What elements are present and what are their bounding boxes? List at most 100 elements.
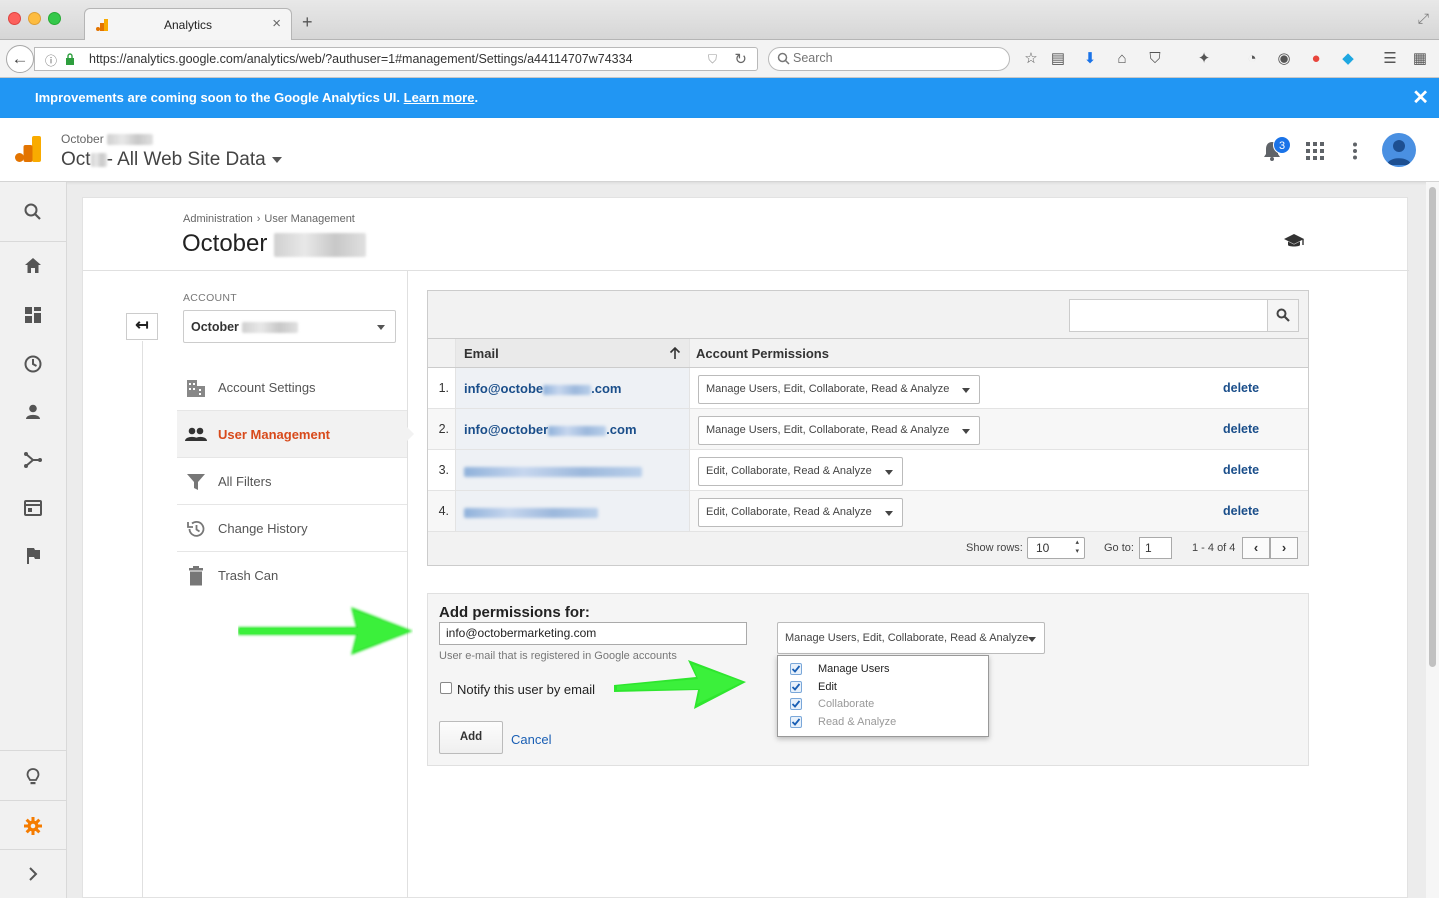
url-bar[interactable]: ⓘ https://analytics.google.com/analytics… bbox=[34, 47, 758, 71]
pocket-icon[interactable]: ⛉ bbox=[708, 52, 717, 67]
view-selector[interactable]: Oct - All Web Site Data bbox=[61, 149, 282, 171]
permission-option-edit[interactable]: Edit bbox=[778, 679, 988, 697]
prev-page-button[interactable]: ‹ bbox=[1242, 537, 1270, 559]
nav-user-management[interactable]: User Management bbox=[177, 411, 414, 458]
tab-close-icon[interactable]: × bbox=[272, 15, 281, 32]
rail-customization[interactable] bbox=[0, 291, 66, 339]
menu-hamburger-icon[interactable]: ☰ bbox=[1381, 50, 1399, 68]
user-email[interactable]: info@octobe .com bbox=[456, 368, 690, 408]
sort-ascending-icon[interactable] bbox=[669, 347, 681, 360]
rail-expand[interactable] bbox=[0, 850, 66, 898]
notice-banner: Improvements are coming soon to the Goog… bbox=[0, 78, 1439, 118]
user-email[interactable] bbox=[456, 450, 690, 490]
rail-home[interactable] bbox=[0, 242, 66, 290]
trash-icon bbox=[189, 566, 203, 586]
browser-titlebar: Analytics × + ⤢ bbox=[0, 0, 1439, 41]
permission-dropdown[interactable]: Edit, Collaborate, Read & Analyze bbox=[698, 498, 903, 527]
delete-user-link[interactable]: delete bbox=[1223, 368, 1259, 409]
rows-per-page-select[interactable]: 10 bbox=[1027, 537, 1085, 559]
rail-acquisition[interactable] bbox=[0, 436, 66, 484]
extension-clock-icon[interactable]: ◔ bbox=[1243, 50, 1261, 68]
close-banner-icon[interactable]: ✕ bbox=[1412, 85, 1429, 110]
info-icon[interactable]: ⓘ bbox=[45, 52, 57, 69]
nav-trash-can[interactable]: Trash Can bbox=[177, 552, 407, 599]
building-icon bbox=[187, 380, 205, 397]
nav-change-history[interactable]: Change History bbox=[177, 505, 407, 552]
extension-color-icon[interactable]: ● bbox=[1307, 50, 1325, 68]
notify-user-label[interactable]: Notify this user by email bbox=[457, 682, 595, 697]
rail-conversions[interactable] bbox=[0, 532, 66, 580]
people-icon bbox=[185, 427, 207, 441]
user-avatar[interactable] bbox=[1382, 133, 1416, 167]
breadcrumb-administration[interactable]: Administration bbox=[183, 213, 253, 225]
admin-panel: Administration › User Management October ↤… bbox=[82, 197, 1409, 898]
google-analytics-logo-icon[interactable] bbox=[15, 136, 41, 162]
reload-icon[interactable]: ↻ bbox=[734, 50, 747, 68]
extension-blue-icon[interactable]: ◆ bbox=[1339, 50, 1357, 68]
goto-label: Go to: bbox=[1104, 542, 1134, 554]
graduation-cap-icon[interactable] bbox=[1283, 232, 1305, 250]
goto-page-input[interactable]: 1 bbox=[1139, 537, 1172, 559]
notify-user-checkbox[interactable] bbox=[440, 682, 452, 694]
table-search-button[interactable] bbox=[1267, 300, 1298, 331]
delete-user-link[interactable]: delete bbox=[1223, 491, 1259, 532]
reading-list-icon[interactable]: ▤ bbox=[1049, 50, 1067, 68]
rail-divider bbox=[0, 800, 66, 801]
next-page-button[interactable]: › bbox=[1270, 537, 1298, 559]
account-name-text: October bbox=[61, 132, 104, 146]
add-button[interactable]: Add bbox=[439, 721, 503, 754]
permission-dropdown[interactable]: Manage Users, Edit, Collaborate, Read & … bbox=[698, 416, 981, 445]
collapse-panel-button[interactable]: ↤ bbox=[126, 313, 158, 340]
browser-tab[interactable]: Analytics × bbox=[84, 8, 292, 41]
learn-more-link[interactable]: Learn more bbox=[404, 90, 475, 105]
bookmark-star-icon[interactable]: ☆ bbox=[1022, 50, 1040, 68]
apps-grid-icon[interactable] bbox=[1306, 142, 1324, 160]
add-user-email-input[interactable]: info@octobermarketing.com bbox=[439, 622, 747, 645]
permission-option-manage-users[interactable]: Manage Users bbox=[778, 661, 988, 679]
home-icon[interactable]: ⌂ bbox=[1113, 50, 1131, 68]
rail-behavior[interactable] bbox=[0, 484, 66, 532]
new-tab-button[interactable]: + bbox=[302, 13, 313, 31]
add-permission-dropdown[interactable]: Manage Users, Edit, Collaborate, Read & … bbox=[777, 622, 1045, 654]
nav-all-filters[interactable]: All Filters bbox=[177, 458, 407, 505]
account-select[interactable]: October bbox=[183, 310, 396, 343]
fullscreen-icon[interactable]: ⤢ bbox=[1418, 10, 1429, 27]
delete-user-link[interactable]: delete bbox=[1223, 450, 1259, 491]
checkbox-checked[interactable] bbox=[790, 680, 802, 693]
more-vert-icon[interactable] bbox=[1352, 142, 1358, 160]
close-window-button[interactable] bbox=[8, 12, 21, 25]
account-label: ACCOUNT bbox=[183, 292, 238, 304]
rail-realtime[interactable] bbox=[0, 340, 66, 388]
rail-audience[interactable] bbox=[0, 388, 66, 436]
table-row: 1. info@octobe .com Manage Users, Edit, C… bbox=[428, 368, 1308, 409]
page-scrollbar[interactable] bbox=[1426, 182, 1439, 898]
table-row: 4. Edit, Collaborate, Read & Analyze del… bbox=[428, 491, 1308, 532]
downloads-icon[interactable]: ⬇ bbox=[1081, 50, 1099, 68]
back-button[interactable]: ← bbox=[6, 45, 34, 73]
pocket-save-icon[interactable]: ⛉ bbox=[1146, 50, 1164, 68]
permission-dropdown[interactable]: Manage Users, Edit, Collaborate, Read & … bbox=[698, 375, 981, 404]
user-email[interactable]: info@october .com bbox=[456, 409, 690, 449]
zoom-window-button[interactable] bbox=[48, 12, 61, 25]
row-number: 4. bbox=[428, 491, 456, 531]
cancel-link[interactable]: Cancel bbox=[511, 732, 551, 747]
browser-search-bar[interactable] bbox=[768, 47, 1010, 71]
rail-admin[interactable] bbox=[0, 802, 66, 850]
email-column-header[interactable]: Email bbox=[456, 339, 690, 367]
delete-user-link[interactable]: delete bbox=[1223, 409, 1259, 450]
permission-dropdown[interactable]: Edit, Collaborate, Read & Analyze bbox=[698, 457, 903, 486]
minimize-window-button[interactable] bbox=[28, 12, 41, 25]
rail-search[interactable] bbox=[0, 188, 66, 236]
show-rows-label: Show rows: bbox=[966, 542, 1023, 554]
breadcrumb-user-management[interactable]: User Management bbox=[264, 213, 355, 225]
browser-search-input[interactable] bbox=[793, 51, 993, 65]
rail-discover[interactable] bbox=[0, 753, 66, 801]
checkbox-checked[interactable] bbox=[790, 663, 802, 675]
scrollbar-thumb[interactable] bbox=[1429, 187, 1436, 667]
user-email[interactable] bbox=[456, 491, 690, 531]
extension-icon[interactable]: ✦ bbox=[1195, 50, 1213, 68]
extension-mask-icon[interactable]: ◉ bbox=[1275, 50, 1293, 68]
nav-account-settings[interactable]: Account Settings bbox=[177, 364, 407, 411]
table-search-input[interactable] bbox=[1069, 299, 1299, 332]
keyboard-icon[interactable]: ▦ bbox=[1411, 50, 1429, 68]
